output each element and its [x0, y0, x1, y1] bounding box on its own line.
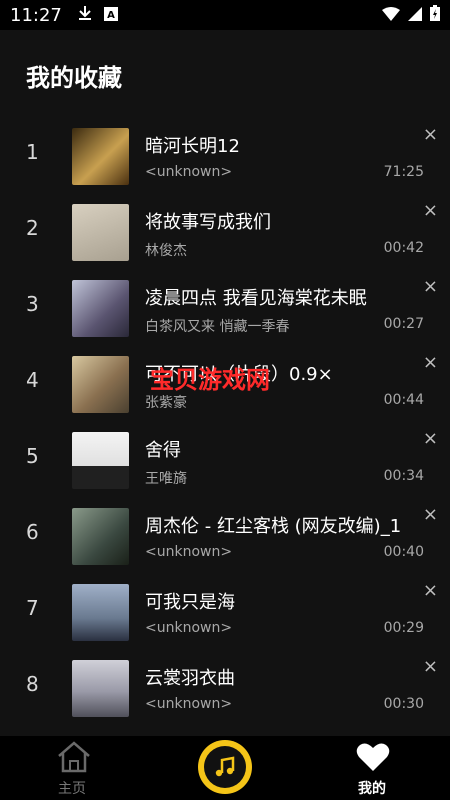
bottom-nav: 主页 我的 [0, 736, 450, 800]
svg-text:A: A [107, 10, 115, 21]
song-duration: 00:27 [383, 316, 424, 332]
song-artist: <unknown> [145, 164, 233, 180]
status-time: 11:27 [10, 4, 62, 26]
nav-mine-label[interactable]: 我的 [358, 778, 386, 798]
song-duration: 00:34 [383, 468, 424, 484]
song-duration: 00:44 [383, 392, 424, 408]
status-bar: 11:27 A [0, 0, 450, 30]
song-index: 1 [26, 140, 39, 164]
now-playing-button[interactable] [198, 740, 252, 794]
song-artist: 王唯旖 [145, 471, 187, 487]
song-duration: 00:42 [383, 240, 424, 256]
nav-home-label[interactable]: 主页 [58, 778, 86, 798]
nav-home-button[interactable] [56, 740, 92, 778]
song-cover [72, 432, 129, 489]
song-title: 舍得 [145, 440, 181, 461]
song-cover [72, 280, 129, 337]
music-note-icon [204, 746, 246, 788]
song-row[interactable]: 1 暗河长明12 <unknown> 71:25 × [0, 112, 450, 188]
song-duration: 00:29 [383, 620, 424, 636]
song-title: 将故事写成我们 [145, 212, 271, 233]
song-artist: <unknown> [145, 620, 233, 636]
song-title: 可我只是海 [145, 592, 235, 613]
song-artist: 白茶风又来 悄藏一季春 [145, 319, 290, 335]
signal-icon [408, 6, 422, 25]
remove-icon[interactable]: × [423, 582, 438, 600]
song-title: 凌晨四点 我看见海棠花未眠 [145, 288, 367, 309]
song-index: 3 [26, 292, 39, 316]
song-cover [72, 584, 129, 641]
song-row[interactable]: 2 将故事写成我们 林俊杰 00:42 × [0, 188, 450, 264]
song-cover [72, 204, 129, 261]
download-icon [78, 5, 92, 25]
song-cover [72, 660, 129, 717]
song-index: 7 [26, 596, 39, 620]
song-title: 云裳羽衣曲 [145, 668, 235, 689]
song-row[interactable]: 6 周杰伦 - 红尘客栈 (网友改编)_1 <unknown> 00:40 × [0, 492, 450, 568]
song-index: 5 [26, 444, 39, 468]
status-system-icons [382, 5, 440, 25]
song-title: 暗河长明12 [145, 136, 240, 157]
remove-icon[interactable]: × [423, 354, 438, 372]
song-title: 周杰伦 - 红尘客栈 (网友改编)_1 [145, 516, 402, 537]
song-duration: 00:40 [383, 544, 424, 560]
song-index: 2 [26, 216, 39, 240]
song-row[interactable]: 5 舍得 王唯旖 00:34 × [0, 416, 450, 492]
song-cover [72, 508, 129, 565]
song-index: 8 [26, 672, 39, 696]
wifi-icon [382, 6, 400, 25]
page-title: 我的收藏 [26, 64, 122, 92]
heart-icon[interactable] [356, 742, 390, 776]
remove-icon[interactable]: × [423, 278, 438, 296]
status-notifications: A [78, 5, 118, 25]
song-artist: 张紫豪 [145, 395, 187, 411]
song-artist: <unknown> [145, 696, 233, 712]
song-duration: 00:30 [383, 696, 424, 712]
favorites-list: 1 暗河长明12 <unknown> 71:25 × 2 将故事写成我们 林俊杰… [0, 112, 450, 720]
song-artist: 林俊杰 [145, 243, 187, 259]
remove-icon[interactable]: × [423, 506, 438, 524]
battery-icon [430, 5, 440, 25]
watermark: 宝贝游戏网 [150, 366, 270, 394]
song-row[interactable]: 3 凌晨四点 我看见海棠花未眠 白茶风又来 悄藏一季春 00:27 × [0, 264, 450, 340]
home-icon [56, 741, 92, 778]
song-index: 6 [26, 520, 39, 544]
remove-icon[interactable]: × [423, 430, 438, 448]
remove-icon[interactable]: × [423, 126, 438, 144]
song-duration: 71:25 [383, 164, 424, 180]
remove-icon[interactable]: × [423, 202, 438, 220]
a-badge-icon: A [103, 6, 118, 25]
remove-icon[interactable]: × [423, 658, 438, 676]
song-artist: <unknown> [145, 544, 233, 560]
song-cover [72, 356, 129, 413]
song-cover [72, 128, 129, 185]
song-index: 4 [26, 368, 39, 392]
song-row[interactable]: 8 云裳羽衣曲 <unknown> 00:30 × [0, 644, 450, 720]
song-row[interactable]: 7 可我只是海 <unknown> 00:29 × [0, 568, 450, 644]
